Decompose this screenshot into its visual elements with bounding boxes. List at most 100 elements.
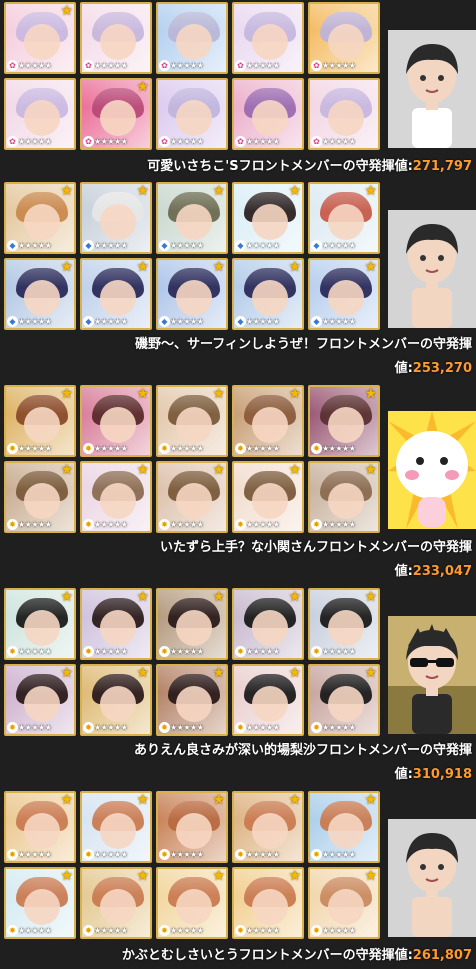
team-name: いたずら上手？な小関さんフロントメンバーの守発揮: [159, 540, 472, 555]
attribute-icon: ✸: [159, 443, 170, 454]
card-rarity-stars: ★★★★★: [322, 444, 356, 453]
idol-card[interactable]: ★★★★★ ✸ ★: [308, 664, 380, 736]
card-rarity-stars: ★★★★★: [18, 647, 52, 656]
idol-card[interactable]: ★★★★★ ◆ ★: [80, 182, 152, 254]
team-section: ★★★★★ ✸ ★ ★★★★★ ✸ ★ ★★★★★ ✸ ★ ★★★★★ ✸ ★ ★★★★★ ✸ ★ ★★★★★…: [0, 383, 476, 586]
idol-card[interactable]: ★★★★★ ◆ ★: [232, 182, 304, 254]
card-rarity-stars: ★★★★★: [94, 926, 128, 935]
idol-card[interactable]: ★★★★★ ✿: [232, 78, 304, 150]
idol-card[interactable]: ★★★★★ ✸ ★: [80, 867, 152, 939]
star-icon: ★: [60, 183, 73, 199]
star-icon: ★: [60, 792, 73, 808]
idol-card[interactable]: ★★★★★ ✿: [80, 2, 152, 74]
attribute-icon: ✸: [159, 722, 170, 733]
idol-card[interactable]: ★★★★★ ✸ ★: [156, 791, 228, 863]
attribute-icon: ✿: [83, 136, 94, 147]
idol-card[interactable]: ★★★★★ ✿: [308, 2, 380, 74]
idol-card[interactable]: ★★★★★ ✸ ★: [232, 461, 304, 533]
star-icon: ★: [136, 868, 149, 884]
attribute-icon: ✸: [7, 646, 18, 657]
card-rarity-stars: ★★★★★: [322, 647, 356, 656]
idol-card[interactable]: ★★★★★ ✿ ★: [80, 78, 152, 150]
idol-card[interactable]: ★★★★★ ✸ ★: [156, 867, 228, 939]
card-rarity-stars: ★★★★★: [94, 61, 128, 70]
idol-card[interactable]: ★★★★★ ✸ ★: [4, 461, 76, 533]
star-icon: ★: [212, 792, 225, 808]
team-section: ★★★★★ ✸ ★ ★★★★★ ✸ ★ ★★★★★ ✸ ★ ★★★★★ ✸ ★ ★★★★★ ✸ ★ ★★★★★…: [0, 789, 476, 969]
card-rarity-stars: ★★★★★: [170, 647, 204, 656]
value-label: 値:: [394, 361, 413, 376]
idol-card[interactable]: ★★★★★ ✸ ★: [80, 385, 152, 457]
attribute-icon: ✿: [311, 60, 322, 71]
star-icon: ★: [136, 792, 149, 808]
idol-card[interactable]: ★★★★★ ✸ ★: [156, 664, 228, 736]
idol-card[interactable]: ★★★★★ ◆ ★: [308, 182, 380, 254]
idol-card[interactable]: ★★★★★ ✸ ★: [156, 385, 228, 457]
team-section: ★★★★★ ✿ ★ ★★★★★ ✿ ★★★★★ ✿ ★★★★★ ✿ ★★★★★ ✿ ★★★★★ ✿ ★★★…: [0, 0, 476, 203]
idol-card[interactable]: ★★★★★ ✿: [308, 78, 380, 150]
attribute-icon: ✸: [83, 722, 94, 733]
card-rarity-stars: ★★★★★: [170, 444, 204, 453]
star-icon: ★: [288, 589, 301, 605]
idol-card[interactable]: ★★★★★ ✿: [156, 78, 228, 150]
attribute-icon: ✸: [159, 925, 170, 936]
card-rarity-stars: ★★★★★: [246, 241, 280, 250]
idol-card[interactable]: ★★★★★ ✸ ★: [308, 791, 380, 863]
attribute-icon: ✿: [311, 136, 322, 147]
idol-card[interactable]: ★★★★★ ✸ ★: [156, 461, 228, 533]
idol-card[interactable]: ★★★★★ ✿: [232, 2, 304, 74]
idol-card[interactable]: ★★★★★ ✸ ★: [4, 664, 76, 736]
idol-card[interactable]: ★★★★★ ✸ ★: [156, 588, 228, 660]
idol-card[interactable]: ★★★★★ ✸ ★: [4, 867, 76, 939]
attribute-icon: ◆: [311, 316, 322, 327]
idol-card[interactable]: ★★★★★ ✸ ★: [80, 461, 152, 533]
value-label: 値:: [394, 767, 413, 782]
star-icon: ★: [136, 589, 149, 605]
attribute-icon: ✸: [7, 443, 18, 454]
card-rarity-stars: ★★★★★: [170, 241, 204, 250]
card-rarity-stars: ★★★★★: [18, 723, 52, 732]
card-rarity-stars: ★★★★★: [18, 444, 52, 453]
card-rarity-stars: ★★★★★: [170, 850, 204, 859]
idol-card[interactable]: ★★★★★ ◆ ★: [232, 258, 304, 330]
idol-card[interactable]: ★★★★★ ✸ ★: [232, 664, 304, 736]
idol-card[interactable]: ★★★★★ ◆ ★: [4, 258, 76, 330]
idol-card[interactable]: ★★★★★ ✸ ★: [308, 461, 380, 533]
idol-card[interactable]: ★★★★★ ✸ ★: [4, 385, 76, 457]
star-icon: ★: [212, 665, 225, 681]
attribute-icon: ✸: [311, 925, 322, 936]
idol-card[interactable]: ★★★★★ ◆ ★: [4, 182, 76, 254]
idol-card[interactable]: ★★★★★ ✸ ★: [80, 791, 152, 863]
idol-card[interactable]: ★★★★★ ✸ ★: [232, 867, 304, 939]
idol-card[interactable]: ★★★★★ ◆ ★: [156, 258, 228, 330]
idol-card[interactable]: ★★★★★ ✸ ★: [308, 867, 380, 939]
idol-card[interactable]: ★★★★★ ✸ ★: [4, 791, 76, 863]
idol-card[interactable]: ★★★★★ ✸ ★: [308, 588, 380, 660]
producer-avatar: [388, 616, 476, 734]
card-rarity-stars: ★★★★★: [94, 850, 128, 859]
idol-card[interactable]: ★★★★★ ✸ ★: [308, 385, 380, 457]
idol-card[interactable]: ★★★★★ ✿: [156, 2, 228, 74]
card-rarity-stars: ★★★★★: [94, 647, 128, 656]
attribute-icon: ✸: [235, 443, 246, 454]
card-rarity-stars: ★★★★★: [94, 520, 128, 529]
idol-card[interactable]: ★★★★★ ✿ ★: [4, 2, 76, 74]
idol-card[interactable]: ★★★★★ ✸ ★: [232, 791, 304, 863]
idol-card[interactable]: ★★★★★ ✸ ★: [80, 664, 152, 736]
idol-card[interactable]: ★★★★★ ✸ ★: [4, 588, 76, 660]
idol-card[interactable]: ★★★★★ ◆ ★: [308, 258, 380, 330]
idol-card[interactable]: ★★★★★ ◆ ★: [156, 182, 228, 254]
star-icon: ★: [212, 183, 225, 199]
idol-card[interactable]: ★★★★★ ✿: [4, 78, 76, 150]
attribute-icon: ✿: [7, 136, 18, 147]
idol-card[interactable]: ★★★★★ ✸ ★: [232, 588, 304, 660]
star-icon: ★: [364, 462, 377, 478]
attribute-icon: ◆: [7, 240, 18, 251]
idol-card[interactable]: ★★★★★ ✸ ★: [232, 385, 304, 457]
star-icon: ★: [288, 665, 301, 681]
defense-value: 271,797: [412, 159, 472, 174]
attribute-icon: ✸: [83, 925, 94, 936]
idol-card[interactable]: ★★★★★ ◆ ★: [80, 258, 152, 330]
idol-card[interactable]: ★★★★★ ✸ ★: [80, 588, 152, 660]
attribute-icon: ✿: [235, 136, 246, 147]
